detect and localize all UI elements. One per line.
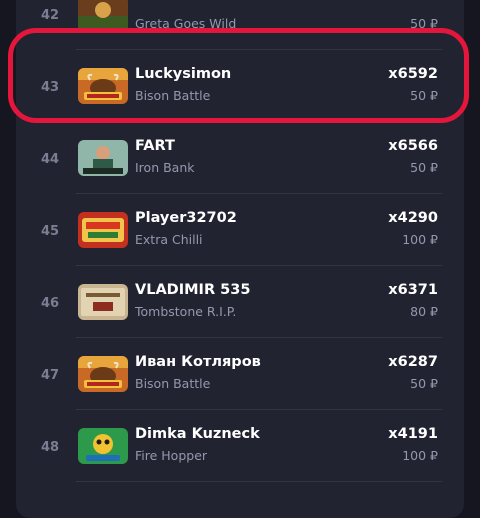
game-title: Iron Bank bbox=[135, 160, 195, 175]
multiplier-value: x6566 bbox=[388, 138, 438, 154]
rank-number: 46 bbox=[40, 296, 60, 311]
bet-amount: 80 ₽ bbox=[410, 304, 438, 319]
leaderboard-row[interactable]: 43 Luckysimon Bison Battle x6592 50 ₽ bbox=[16, 50, 464, 122]
bet-amount: 50 ₽ bbox=[410, 376, 438, 391]
leaderboard-panel: 42 Greta Goes Wild 50 ₽ 43 Luckysimon Bi… bbox=[16, 0, 464, 518]
game-title: Bison Battle bbox=[135, 88, 211, 103]
player-name: VLADIMIR 535 bbox=[135, 282, 251, 298]
game-title: Greta Goes Wild bbox=[135, 16, 237, 31]
player-name: Luckysimon bbox=[135, 66, 232, 82]
leaderboard-row[interactable]: 45 Player32702 Extra Chilli x4290 100 ₽ bbox=[16, 194, 464, 266]
leaderboard-row[interactable]: 42 Greta Goes Wild 50 ₽ bbox=[16, 0, 464, 50]
game-title: Fire Hopper bbox=[135, 448, 208, 463]
bet-amount: 50 ₽ bbox=[410, 88, 438, 103]
game-title: Extra Chilli bbox=[135, 232, 203, 247]
game-title: Bison Battle bbox=[135, 376, 211, 391]
bet-amount: 50 ₽ bbox=[410, 16, 438, 31]
extra-chilli-thumbnail[interactable] bbox=[78, 212, 128, 248]
multiplier-value: x4191 bbox=[388, 426, 438, 442]
leaderboard-row[interactable]: 44 FART Iron Bank x6566 50 ₽ bbox=[16, 122, 464, 194]
iron-bank-thumbnail[interactable] bbox=[78, 140, 128, 176]
bet-amount: 50 ₽ bbox=[410, 160, 438, 175]
tombstone-rip-thumbnail[interactable] bbox=[78, 284, 128, 320]
leaderboard-row[interactable]: 48 Dimka Kuzneck Fire Hopper x4191 100 ₽ bbox=[16, 410, 464, 482]
multiplier-value: x4290 bbox=[388, 210, 438, 226]
rank-number: 47 bbox=[40, 368, 60, 383]
rank-number: 44 bbox=[40, 152, 60, 167]
leaderboard-row[interactable]: 46 VLADIMIR 535 Tombstone R.I.P. x6371 8… bbox=[16, 266, 464, 338]
bison-battle-thumbnail[interactable] bbox=[78, 68, 128, 104]
multiplier-value: x6287 bbox=[388, 354, 438, 370]
game-title: Tombstone R.I.P. bbox=[135, 304, 237, 319]
rank-number: 43 bbox=[40, 80, 60, 95]
fire-hopper-thumbnail[interactable] bbox=[78, 428, 128, 464]
player-name: Dimka Kuzneck bbox=[135, 426, 260, 442]
multiplier-value: x6371 bbox=[388, 282, 438, 298]
greta-goes-wild-thumbnail[interactable] bbox=[78, 0, 128, 32]
player-name: FART bbox=[135, 138, 175, 154]
player-name: Иван Котляров bbox=[135, 354, 261, 370]
bet-amount: 100 ₽ bbox=[402, 232, 438, 247]
rank-number: 45 bbox=[40, 224, 60, 239]
leaderboard-row[interactable]: 47 Иван Котляров Bison Battle x6287 50 ₽ bbox=[16, 338, 464, 410]
player-name: Player32702 bbox=[135, 210, 237, 226]
bet-amount: 100 ₽ bbox=[402, 448, 438, 463]
rank-number: 42 bbox=[40, 8, 60, 23]
multiplier-value: x6592 bbox=[388, 66, 438, 82]
rank-number: 48 bbox=[40, 440, 60, 455]
bison-battle-thumbnail[interactable] bbox=[78, 356, 128, 392]
